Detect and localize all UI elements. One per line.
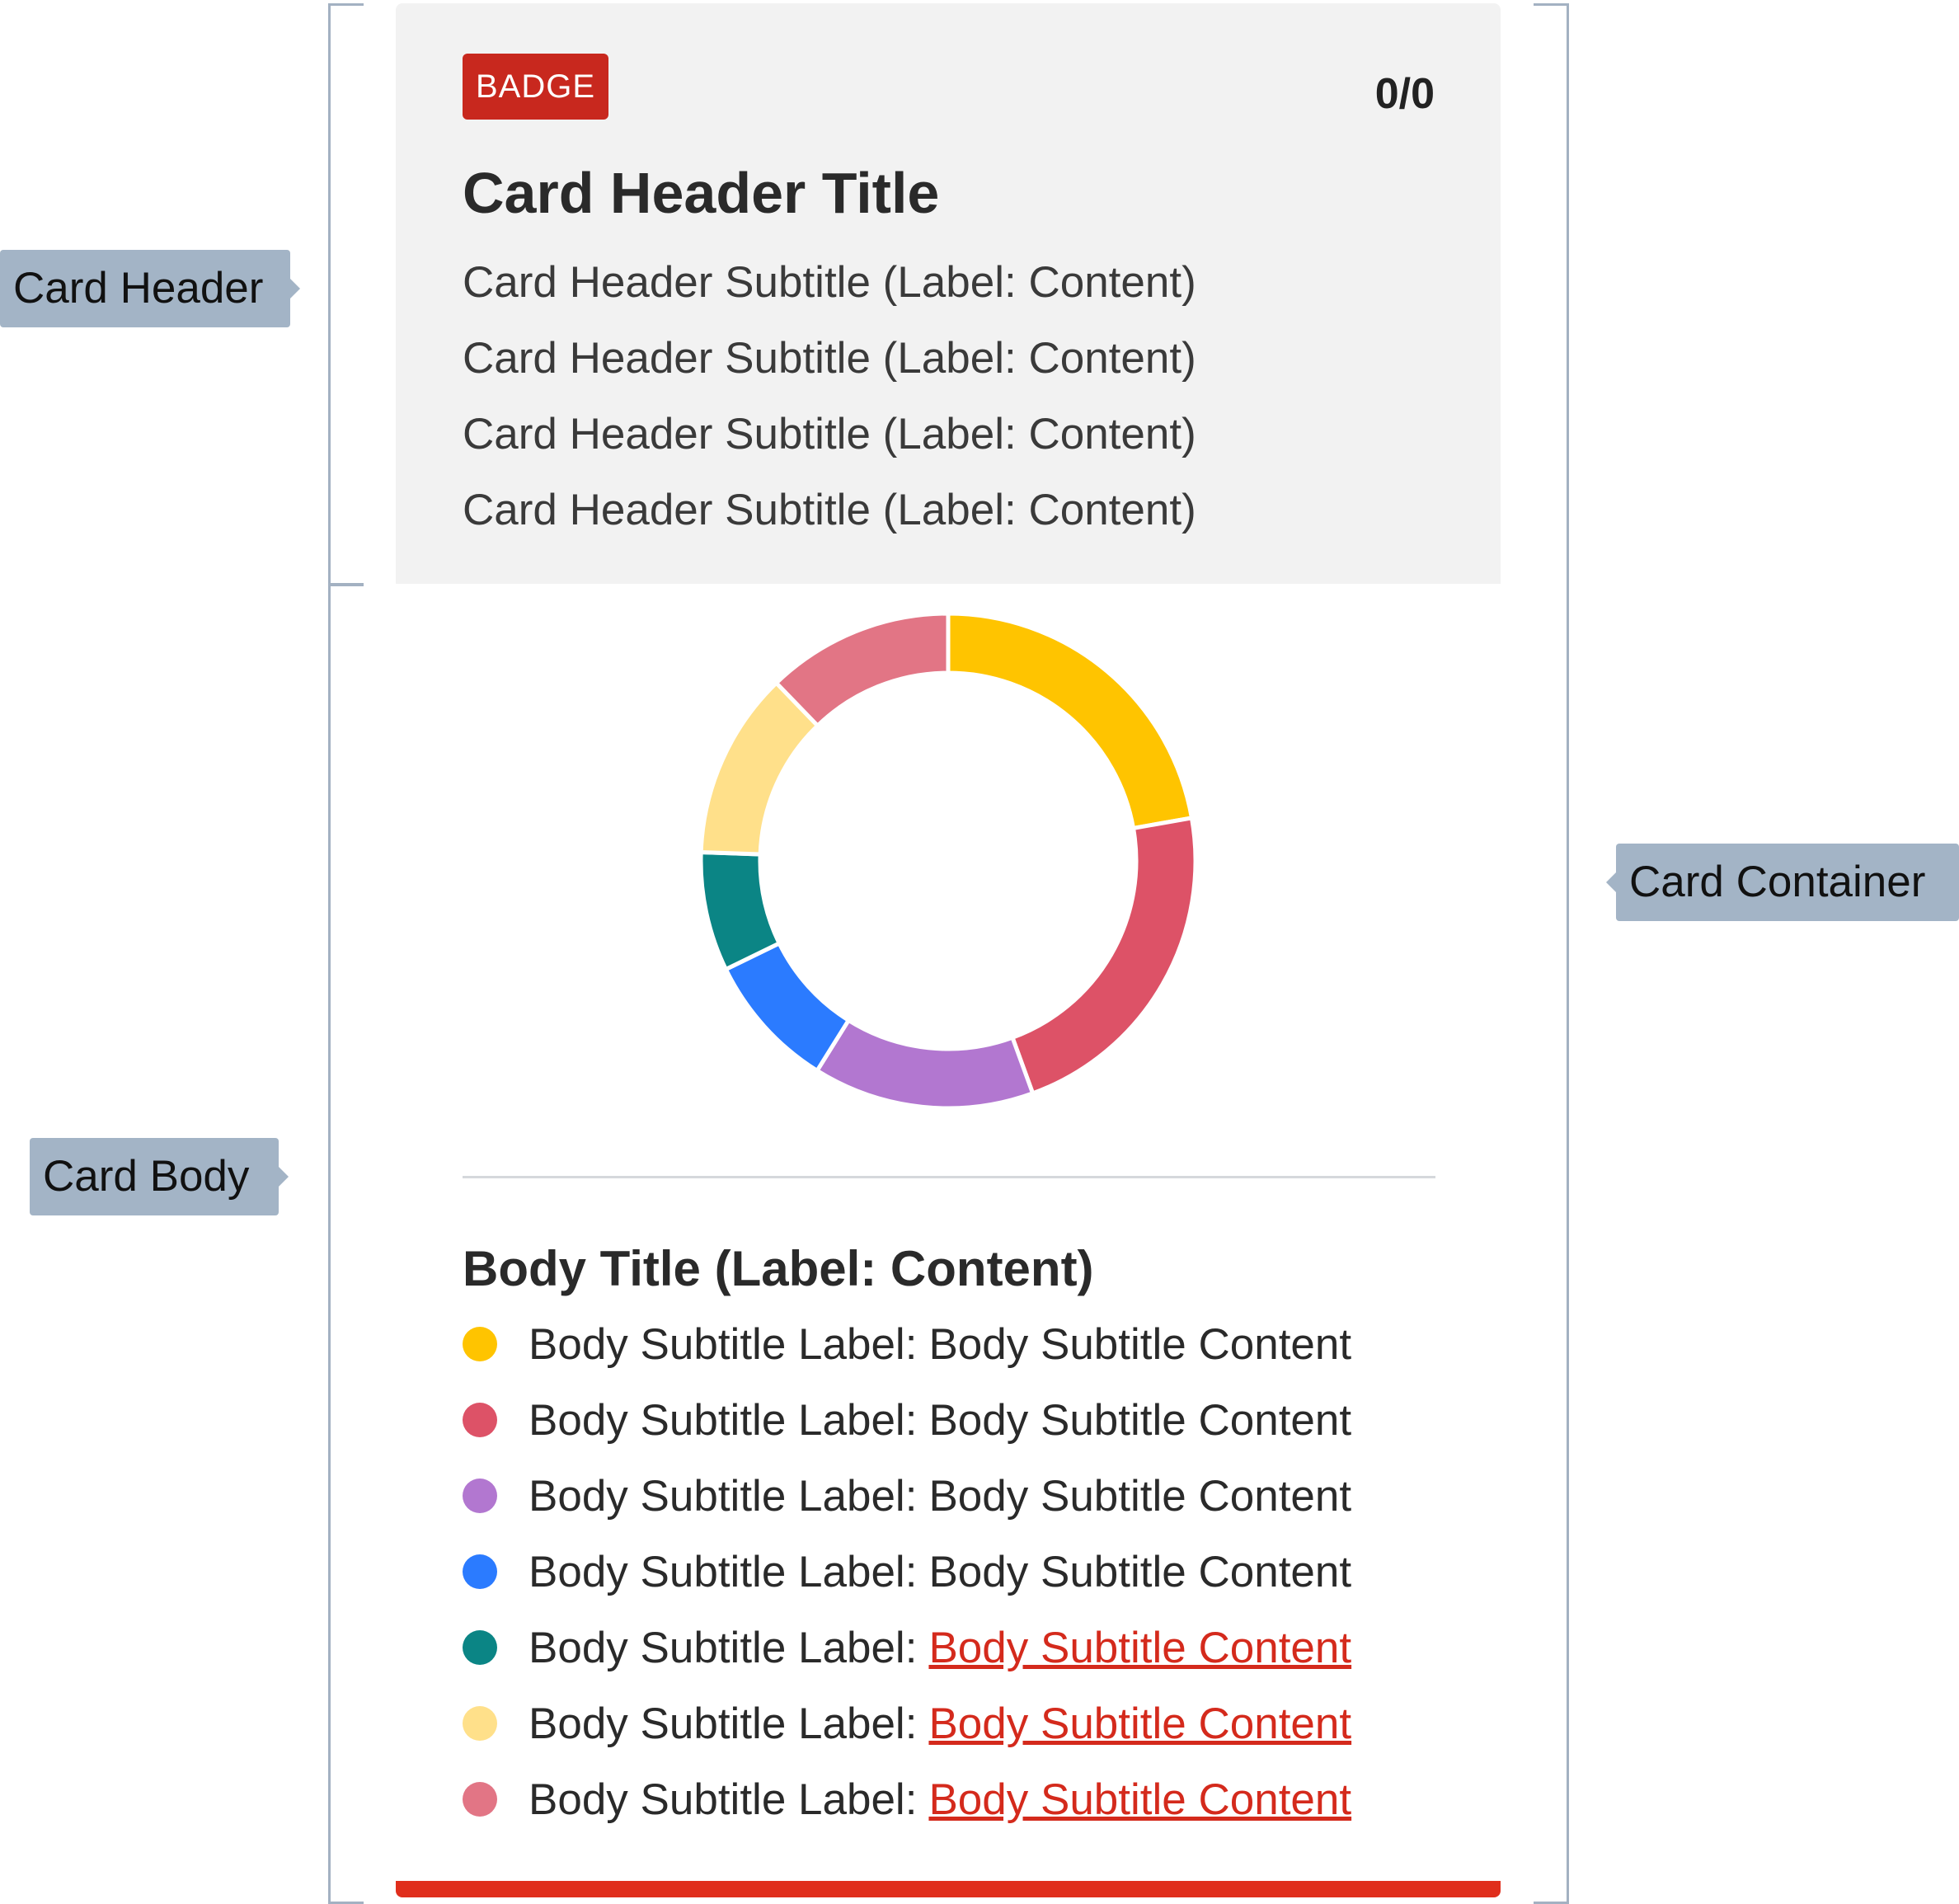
card-header-subtitle: Card Header Subtitle (Label: Content) xyxy=(463,258,1196,307)
legend-content: Body Subtitle Content xyxy=(928,1471,1352,1521)
legend-content: Body Subtitle Content xyxy=(928,1395,1352,1445)
legend-dot-icon xyxy=(463,1327,497,1361)
donut-segment xyxy=(1009,816,1198,1097)
legend-dot-icon xyxy=(463,1554,497,1589)
donut-segment xyxy=(773,614,951,729)
legend-item: Body Subtitle Label: Body Subtitle Conten… xyxy=(463,1382,1452,1458)
card-header-title: Card Header Title xyxy=(463,161,940,225)
card-header-subtitles: Card Header Subtitle (Label: Content) Ca… xyxy=(463,245,1196,548)
card-header-subtitle: Card Header Subtitle (Label: Content) xyxy=(463,334,1196,383)
legend-dot-icon xyxy=(463,1782,497,1817)
card-container-callout: Card Container xyxy=(1606,844,1959,921)
card-container: BADGE 0/0 Card Header Title Card Header … xyxy=(396,3,1501,1900)
legend-label: Body Subtitle Label: xyxy=(529,1699,918,1748)
card-body-callout: Card Body xyxy=(30,1138,289,1215)
card-header-subtitle: Card Header Subtitle (Label: Content) xyxy=(463,486,1196,534)
card-accent-bar xyxy=(396,1881,1501,1897)
body-title: Body Title (Label: Content) xyxy=(463,1241,1094,1296)
card-header: BADGE 0/0 Card Header Title Card Header … xyxy=(396,3,1501,584)
legend-label: Body Subtitle Label: xyxy=(529,1395,918,1445)
legend-item: Body Subtitle Label: Body Subtitle Conten… xyxy=(463,1306,1452,1382)
status-badge: BADGE xyxy=(463,54,609,120)
card-container-bracket xyxy=(1534,3,1569,1904)
card-header-bracket xyxy=(328,3,364,586)
donut-segment xyxy=(814,1017,1036,1111)
card-body-bracket xyxy=(328,583,364,1904)
legend-content-link[interactable]: Body Subtitle Content xyxy=(928,1699,1351,1749)
legend-dot-icon xyxy=(463,1403,497,1437)
legend-item[interactable]: Body Subtitle Label: Body Subtitle Conten… xyxy=(463,1685,1452,1761)
legend-item[interactable]: Body Subtitle Label: Body Subtitle Conten… xyxy=(463,1761,1452,1837)
donut-segment xyxy=(946,614,1195,831)
card-header-callout: Card Header xyxy=(0,250,300,327)
legend-list: Body Subtitle Label: Body Subtitle Conten… xyxy=(463,1306,1452,1837)
legend-content-link[interactable]: Body Subtitle Content xyxy=(928,1775,1351,1825)
legend-dot-icon xyxy=(463,1706,497,1741)
legend-label: Body Subtitle Label: xyxy=(529,1775,918,1824)
legend-content-link[interactable]: Body Subtitle Content xyxy=(928,1623,1351,1673)
divider xyxy=(463,1176,1435,1178)
legend-label: Body Subtitle Label: xyxy=(529,1471,918,1521)
card-header-subtitle: Card Header Subtitle (Label: Content) xyxy=(463,410,1196,458)
legend-dot-icon xyxy=(463,1479,497,1513)
donut-chart xyxy=(698,614,1198,1111)
counter: 0/0 xyxy=(1374,70,1435,118)
legend-label: Body Subtitle Label: xyxy=(529,1319,918,1369)
legend-item: Body Subtitle Label: Body Subtitle Conten… xyxy=(463,1458,1452,1534)
legend-label: Body Subtitle Label: xyxy=(529,1623,918,1672)
legend-label: Body Subtitle Label: xyxy=(529,1547,918,1596)
legend-item: Body Subtitle Label: Body Subtitle Conten… xyxy=(463,1534,1452,1610)
legend-content: Body Subtitle Content xyxy=(928,1547,1352,1596)
legend-item[interactable]: Body Subtitle Label: Body Subtitle Conten… xyxy=(463,1610,1452,1685)
legend-dot-icon xyxy=(463,1630,497,1665)
legend-content: Body Subtitle Content xyxy=(928,1319,1352,1369)
